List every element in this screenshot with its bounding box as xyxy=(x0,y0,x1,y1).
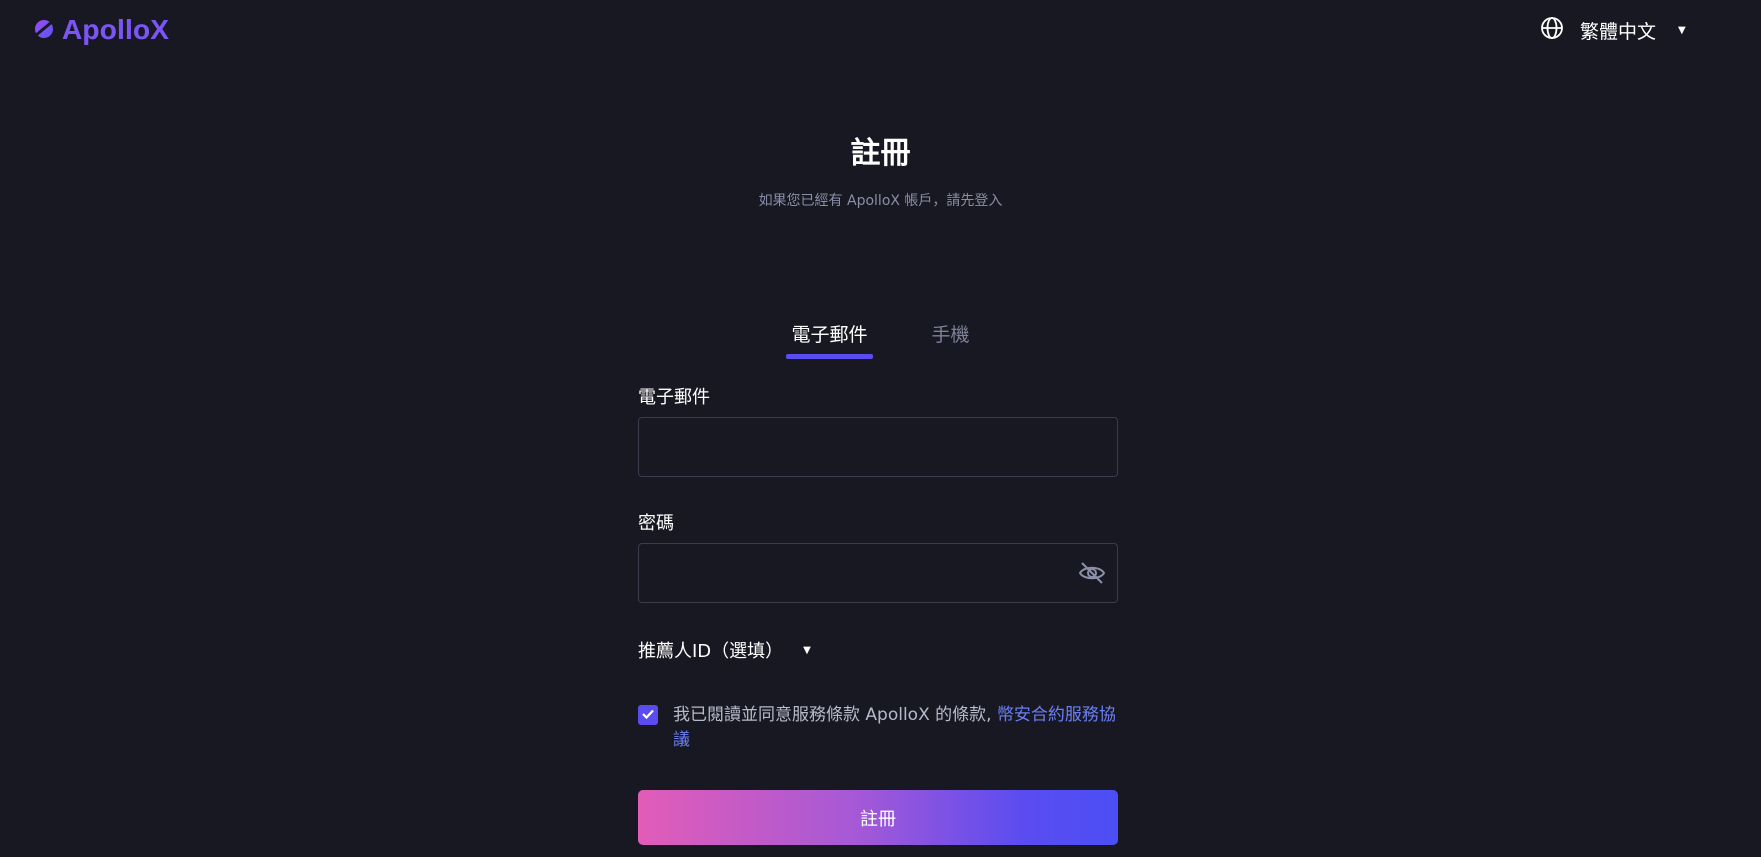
terms-checkbox[interactable] xyxy=(638,705,658,725)
signup-form: 電子郵件 密碼 推薦人ID（選填） ▼ 我已閱讀並同意服務條款 ApolloX … xyxy=(638,385,1118,845)
email-label: 電子郵件 xyxy=(638,387,710,408)
language-selector[interactable]: 繁體中文 ▼ xyxy=(1540,16,1686,44)
email-field[interactable] xyxy=(639,418,1117,476)
terms-agreement: 我已閱讀並同意服務條款 ApolloX 的條款, 幣安合約服務協議 xyxy=(638,703,1118,753)
page-subtitle[interactable]: 如果您已經有 ApolloX 帳戶，請先登入 xyxy=(0,190,1761,210)
signup-page: ApolloX 繁體中文 ▼ 註冊 如果您已經有 ApolloX 帳戶，請先登入… xyxy=(0,0,1761,857)
eye-off-icon[interactable] xyxy=(1077,558,1107,588)
tab-phone[interactable]: 手機 xyxy=(927,318,975,359)
apollox-logo-icon xyxy=(32,16,56,44)
password-label: 密碼 xyxy=(638,513,674,534)
page-title: 註冊 xyxy=(850,136,911,171)
caret-down-icon: ▼ xyxy=(1678,24,1686,36)
logo-text: ApolloX xyxy=(62,14,170,45)
apollox-logo[interactable]: ApolloX xyxy=(32,14,169,46)
globe-icon xyxy=(1540,16,1564,44)
tab-email[interactable]: 電子郵件 xyxy=(786,318,873,359)
signup-button[interactable]: 註冊 xyxy=(638,790,1118,845)
signup-tabs: 電子郵件 手機 xyxy=(0,318,1761,359)
email-field-wrapper xyxy=(638,417,1118,477)
terms-text: 我已閱讀並同意服務條款 ApolloX 的條款, 幣安合約服務協議 xyxy=(673,703,1118,753)
password-field-wrapper xyxy=(638,543,1118,603)
language-label: 繁體中文 xyxy=(1580,20,1657,43)
check-icon xyxy=(641,706,655,725)
caret-down-icon: ▼ xyxy=(803,644,811,656)
password-field[interactable] xyxy=(639,544,1117,602)
referral-label: 推薦人ID（選填） xyxy=(638,641,784,662)
referral-toggle[interactable]: 推薦人ID（選填） ▼ xyxy=(638,637,1118,663)
terms-text-label: 我已閱讀並同意服務條款 ApolloX 的條款, xyxy=(673,705,997,725)
